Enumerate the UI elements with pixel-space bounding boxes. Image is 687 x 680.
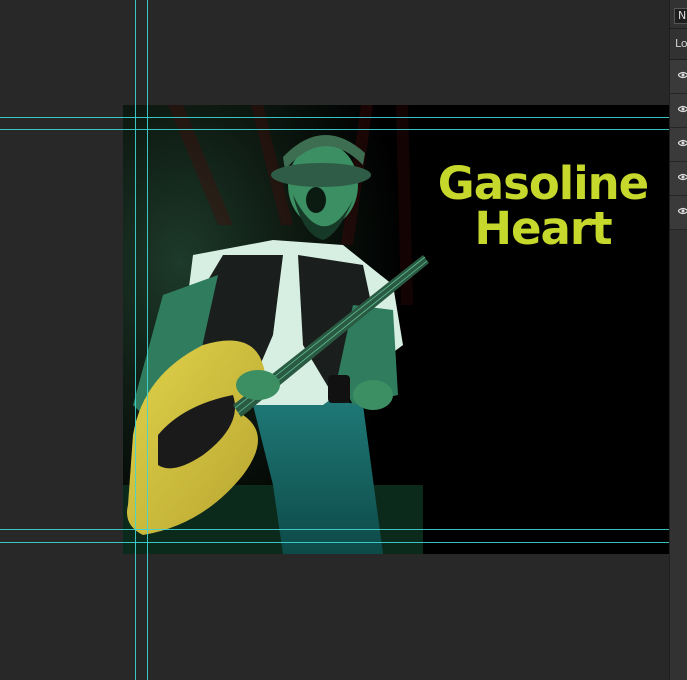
- band-title[interactable]: Gasoline Heart: [423, 161, 663, 251]
- layer-row[interactable]: [670, 94, 687, 128]
- eye-icon[interactable]: [678, 173, 687, 181]
- eye-icon[interactable]: [678, 105, 687, 113]
- layer-row[interactable]: [670, 60, 687, 94]
- eye-icon[interactable]: [678, 139, 687, 147]
- eye-icon[interactable]: [678, 71, 687, 79]
- artboard[interactable]: Gasoline Heart: [123, 105, 669, 554]
- layer-row[interactable]: [670, 128, 687, 162]
- layers-panel: N Lo: [669, 0, 687, 680]
- vertical-guide[interactable]: [135, 0, 136, 680]
- layer-row[interactable]: [670, 196, 687, 230]
- title-line-1: Gasoline: [437, 157, 649, 210]
- title-line-2: Heart: [474, 202, 612, 255]
- horizontal-guide[interactable]: [0, 117, 669, 118]
- panel-header: N: [670, 0, 687, 29]
- layer-row[interactable]: [670, 162, 687, 196]
- canvas-area[interactable]: Gasoline Heart: [0, 0, 669, 680]
- blend-mode-select[interactable]: N: [674, 8, 687, 24]
- horizontal-guide[interactable]: [0, 129, 669, 130]
- lock-label: Lo: [670, 29, 687, 60]
- horizontal-guide[interactable]: [0, 529, 669, 530]
- eye-icon[interactable]: [678, 207, 687, 215]
- vertical-guide[interactable]: [147, 0, 148, 680]
- horizontal-guide[interactable]: [0, 542, 669, 543]
